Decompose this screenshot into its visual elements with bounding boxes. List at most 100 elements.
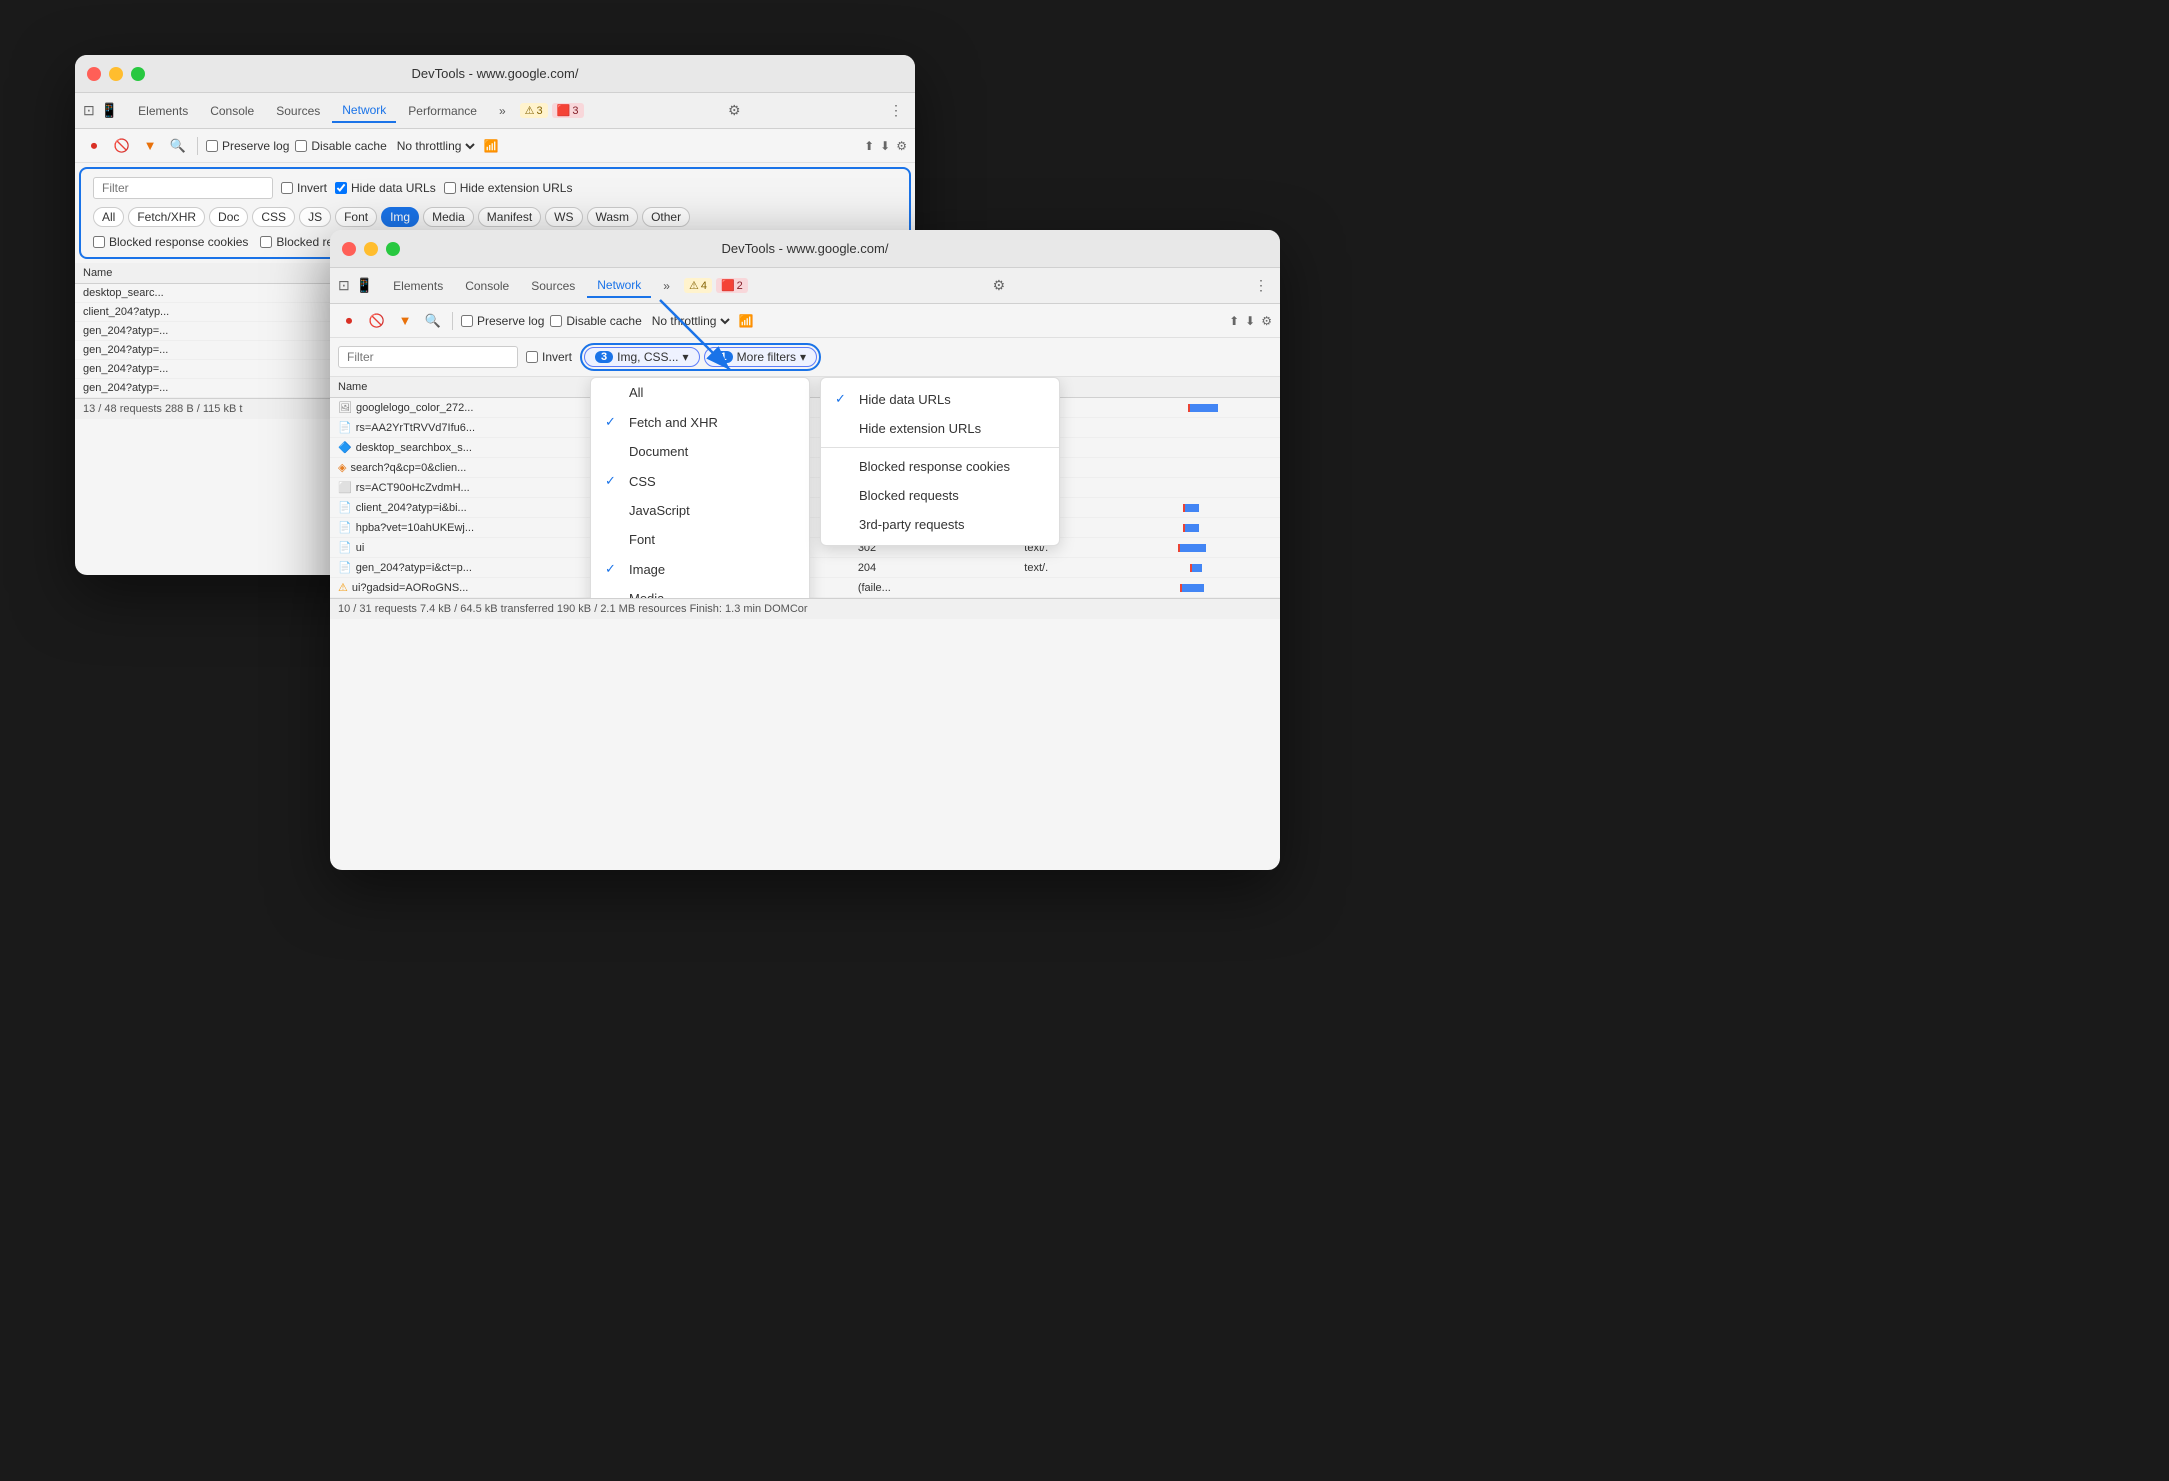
check-icon-doc: [605, 444, 621, 459]
dropdown-fetch-xhr[interactable]: ✓ Fetch and XHR: [591, 407, 809, 437]
tab-performance-1[interactable]: Performance: [398, 100, 487, 122]
search-button-1[interactable]: 🔍: [167, 135, 189, 157]
check-blocked-cookies: [835, 459, 851, 474]
invert-checkbox-2[interactable]: [526, 351, 538, 363]
throttle-select-1[interactable]: No throttling: [393, 138, 478, 154]
more-filters-chip[interactable]: 1 More filters ▾: [704, 347, 818, 367]
dropdown-all[interactable]: All: [591, 378, 809, 407]
filter-wasm-1[interactable]: Wasm: [587, 207, 639, 227]
filter-button-1[interactable]: ▼: [139, 135, 161, 157]
preserve-log-label-1[interactable]: Preserve log: [206, 139, 289, 153]
filter-other-1[interactable]: Other: [642, 207, 690, 227]
more-icon-1[interactable]: ⋮: [885, 98, 907, 123]
more-filter-third-party[interactable]: 3rd-party requests: [821, 510, 1059, 539]
dropdown-document[interactable]: Document: [591, 437, 809, 466]
hide-data-urls-checkbox-1[interactable]: [335, 182, 347, 194]
invert-checkbox-1[interactable]: [281, 182, 293, 194]
upload-icon-2: ⬆: [1229, 314, 1239, 328]
dropdown-javascript[interactable]: JavaScript: [591, 496, 809, 525]
cell-timing: [1160, 578, 1280, 598]
inspect-icon-2[interactable]: ⊡: [338, 277, 350, 294]
filter-media-1[interactable]: Media: [423, 207, 474, 227]
filter-input-1[interactable]: [93, 177, 273, 199]
tab-elements-1[interactable]: Elements: [128, 100, 198, 122]
throttle-select-2[interactable]: No throttling: [648, 313, 733, 329]
gear-icon-2[interactable]: ⚙: [989, 273, 1010, 298]
col-timing-2[interactable]: [1160, 377, 1280, 398]
tab-network-1[interactable]: Network: [332, 99, 396, 123]
type-filter-chip[interactable]: 3 Img, CSS... ▾: [584, 347, 700, 367]
devtools-tab-bar-1: ⊡ 📱 Elements Console Sources Network Per…: [75, 93, 915, 129]
more-icon-2[interactable]: ⋮: [1250, 273, 1272, 298]
close-button-1[interactable]: [87, 67, 101, 81]
filter-css-1[interactable]: CSS: [252, 207, 295, 227]
preserve-log-checkbox-2[interactable]: [461, 315, 473, 327]
filter-chip-label: Img, CSS...: [617, 350, 678, 364]
filter-js-1[interactable]: JS: [299, 207, 331, 227]
tab-sources-2[interactable]: Sources: [521, 275, 585, 297]
gear-icon-1[interactable]: ⚙: [724, 98, 745, 123]
cell-timing: [1160, 478, 1280, 498]
tab-console-1[interactable]: Console: [200, 100, 264, 122]
filter-img-1[interactable]: Img: [381, 207, 419, 227]
disable-cache-label-2[interactable]: Disable cache: [550, 314, 641, 328]
maximize-button-1[interactable]: [131, 67, 145, 81]
filter-input-2[interactable]: [338, 346, 518, 368]
filter-manifest-1[interactable]: Manifest: [478, 207, 541, 227]
clear-button-2[interactable]: 🚫: [366, 310, 388, 332]
filter-font-1[interactable]: Font: [335, 207, 377, 227]
record-button-2[interactable]: ⏺: [338, 310, 360, 332]
close-button-2[interactable]: [342, 242, 356, 256]
tab-console-2[interactable]: Console: [455, 275, 519, 297]
settings-icon-2[interactable]: ⚙: [1261, 314, 1272, 328]
invert-label-2[interactable]: Invert: [526, 350, 572, 364]
maximize-button-2[interactable]: [386, 242, 400, 256]
dropdown-font[interactable]: Font: [591, 525, 809, 554]
filter-row-w2: Invert 3 Img, CSS... ▾ 1 More filters ▾: [330, 338, 1280, 377]
inspect-icon[interactable]: ⊡: [83, 102, 95, 119]
more-filter-hide-data[interactable]: ✓ Hide data URLs: [821, 384, 1059, 414]
minimize-button-1[interactable]: [109, 67, 123, 81]
more-filter-blocked-req[interactable]: Blocked requests: [821, 481, 1059, 510]
check-icon-img: ✓: [605, 561, 621, 577]
tab-elements-2[interactable]: Elements: [383, 275, 453, 297]
clear-button-1[interactable]: 🚫: [111, 135, 133, 157]
check-third-party: [835, 517, 851, 532]
record-button-1[interactable]: ⏺: [83, 135, 105, 157]
device-icon[interactable]: 📱: [101, 102, 118, 119]
filter-all-1[interactable]: All: [93, 207, 124, 227]
more-filter-blocked-cookies[interactable]: Blocked response cookies: [821, 452, 1059, 481]
tab-network-2[interactable]: Network: [587, 274, 651, 298]
hide-data-urls-label-1[interactable]: Hide data URLs: [335, 181, 436, 195]
filter-button-2[interactable]: ▼: [394, 310, 416, 332]
more-filter-hide-ext[interactable]: Hide extension URLs: [821, 414, 1059, 443]
disable-cache-checkbox-1[interactable]: [295, 140, 307, 152]
doc-icon-4: 📄: [338, 562, 352, 574]
invert-label-1[interactable]: Invert: [281, 181, 327, 195]
filter-doc-1[interactable]: Doc: [209, 207, 248, 227]
tab-more-1[interactable]: »: [489, 100, 516, 122]
device-icon-2[interactable]: 📱: [356, 277, 373, 294]
blocked-requests-checkbox-1[interactable]: [260, 236, 272, 248]
tab-sources-1[interactable]: Sources: [266, 100, 330, 122]
minimize-button-2[interactable]: [364, 242, 378, 256]
filter-ws-1[interactable]: WS: [545, 207, 582, 227]
preserve-log-checkbox-1[interactable]: [206, 140, 218, 152]
dropdown-css[interactable]: ✓ CSS: [591, 466, 809, 496]
cell-timing: [1160, 558, 1280, 578]
dropdown-media[interactable]: Media: [591, 584, 809, 598]
tab-more-2[interactable]: »: [653, 275, 680, 297]
hide-ext-urls-label-1[interactable]: Hide extension URLs: [444, 181, 573, 195]
settings-icon-1[interactable]: ⚙: [896, 139, 907, 153]
search-button-2[interactable]: 🔍: [422, 310, 444, 332]
disable-cache-label-1[interactable]: Disable cache: [295, 139, 386, 153]
cell-status: 204: [850, 558, 1016, 578]
filter-fetchxhr-1[interactable]: Fetch/XHR: [128, 207, 205, 227]
blocked-cookies-label-1[interactable]: Blocked response cookies: [93, 235, 248, 249]
check-icon-js: [605, 503, 621, 518]
dropdown-image[interactable]: ✓ Image: [591, 554, 809, 584]
preserve-log-label-2[interactable]: Preserve log: [461, 314, 544, 328]
disable-cache-checkbox-2[interactable]: [550, 315, 562, 327]
blocked-cookies-checkbox-1[interactable]: [93, 236, 105, 248]
hide-ext-urls-checkbox-1[interactable]: [444, 182, 456, 194]
